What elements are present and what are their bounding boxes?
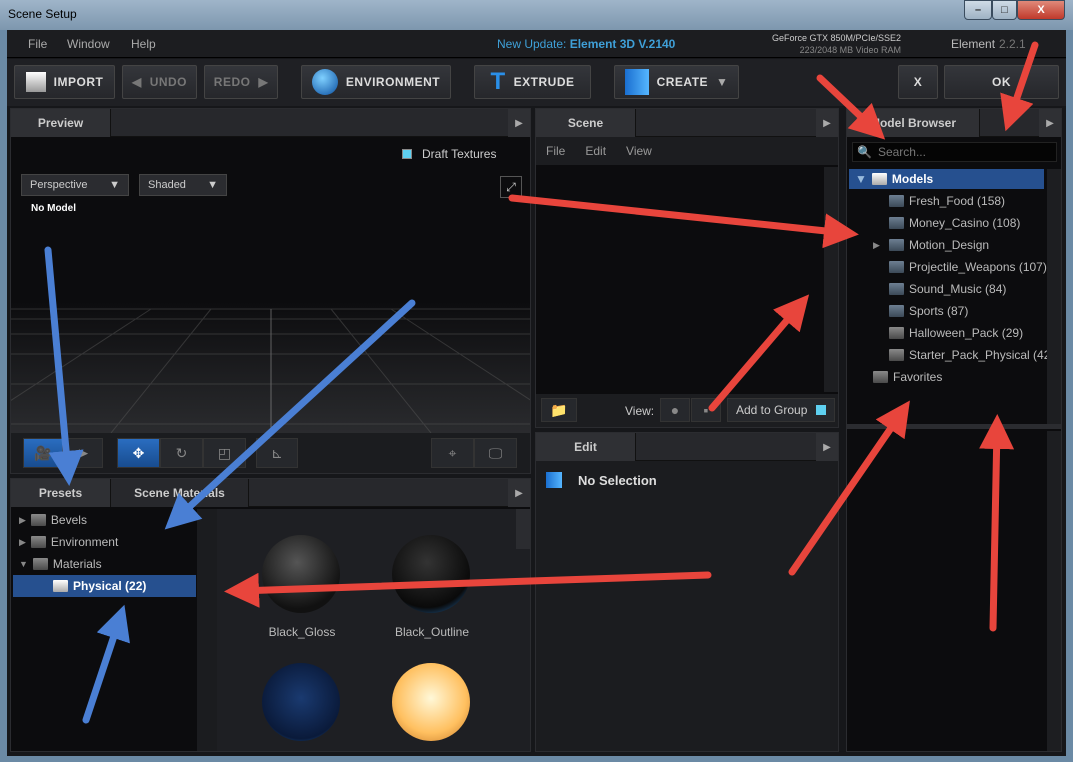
red-arrow <box>979 414 1015 632</box>
red-arrow <box>708 294 810 412</box>
blue-arrow <box>82 604 130 724</box>
blue-arrow <box>164 299 416 530</box>
red-arrow <box>1000 41 1039 132</box>
red-arrow <box>816 74 886 140</box>
red-arrow <box>508 194 859 249</box>
annotation-arrows <box>44 41 1039 724</box>
blue-arrow <box>44 246 84 486</box>
red-arrow <box>224 571 712 608</box>
red-arrow <box>788 400 910 576</box>
